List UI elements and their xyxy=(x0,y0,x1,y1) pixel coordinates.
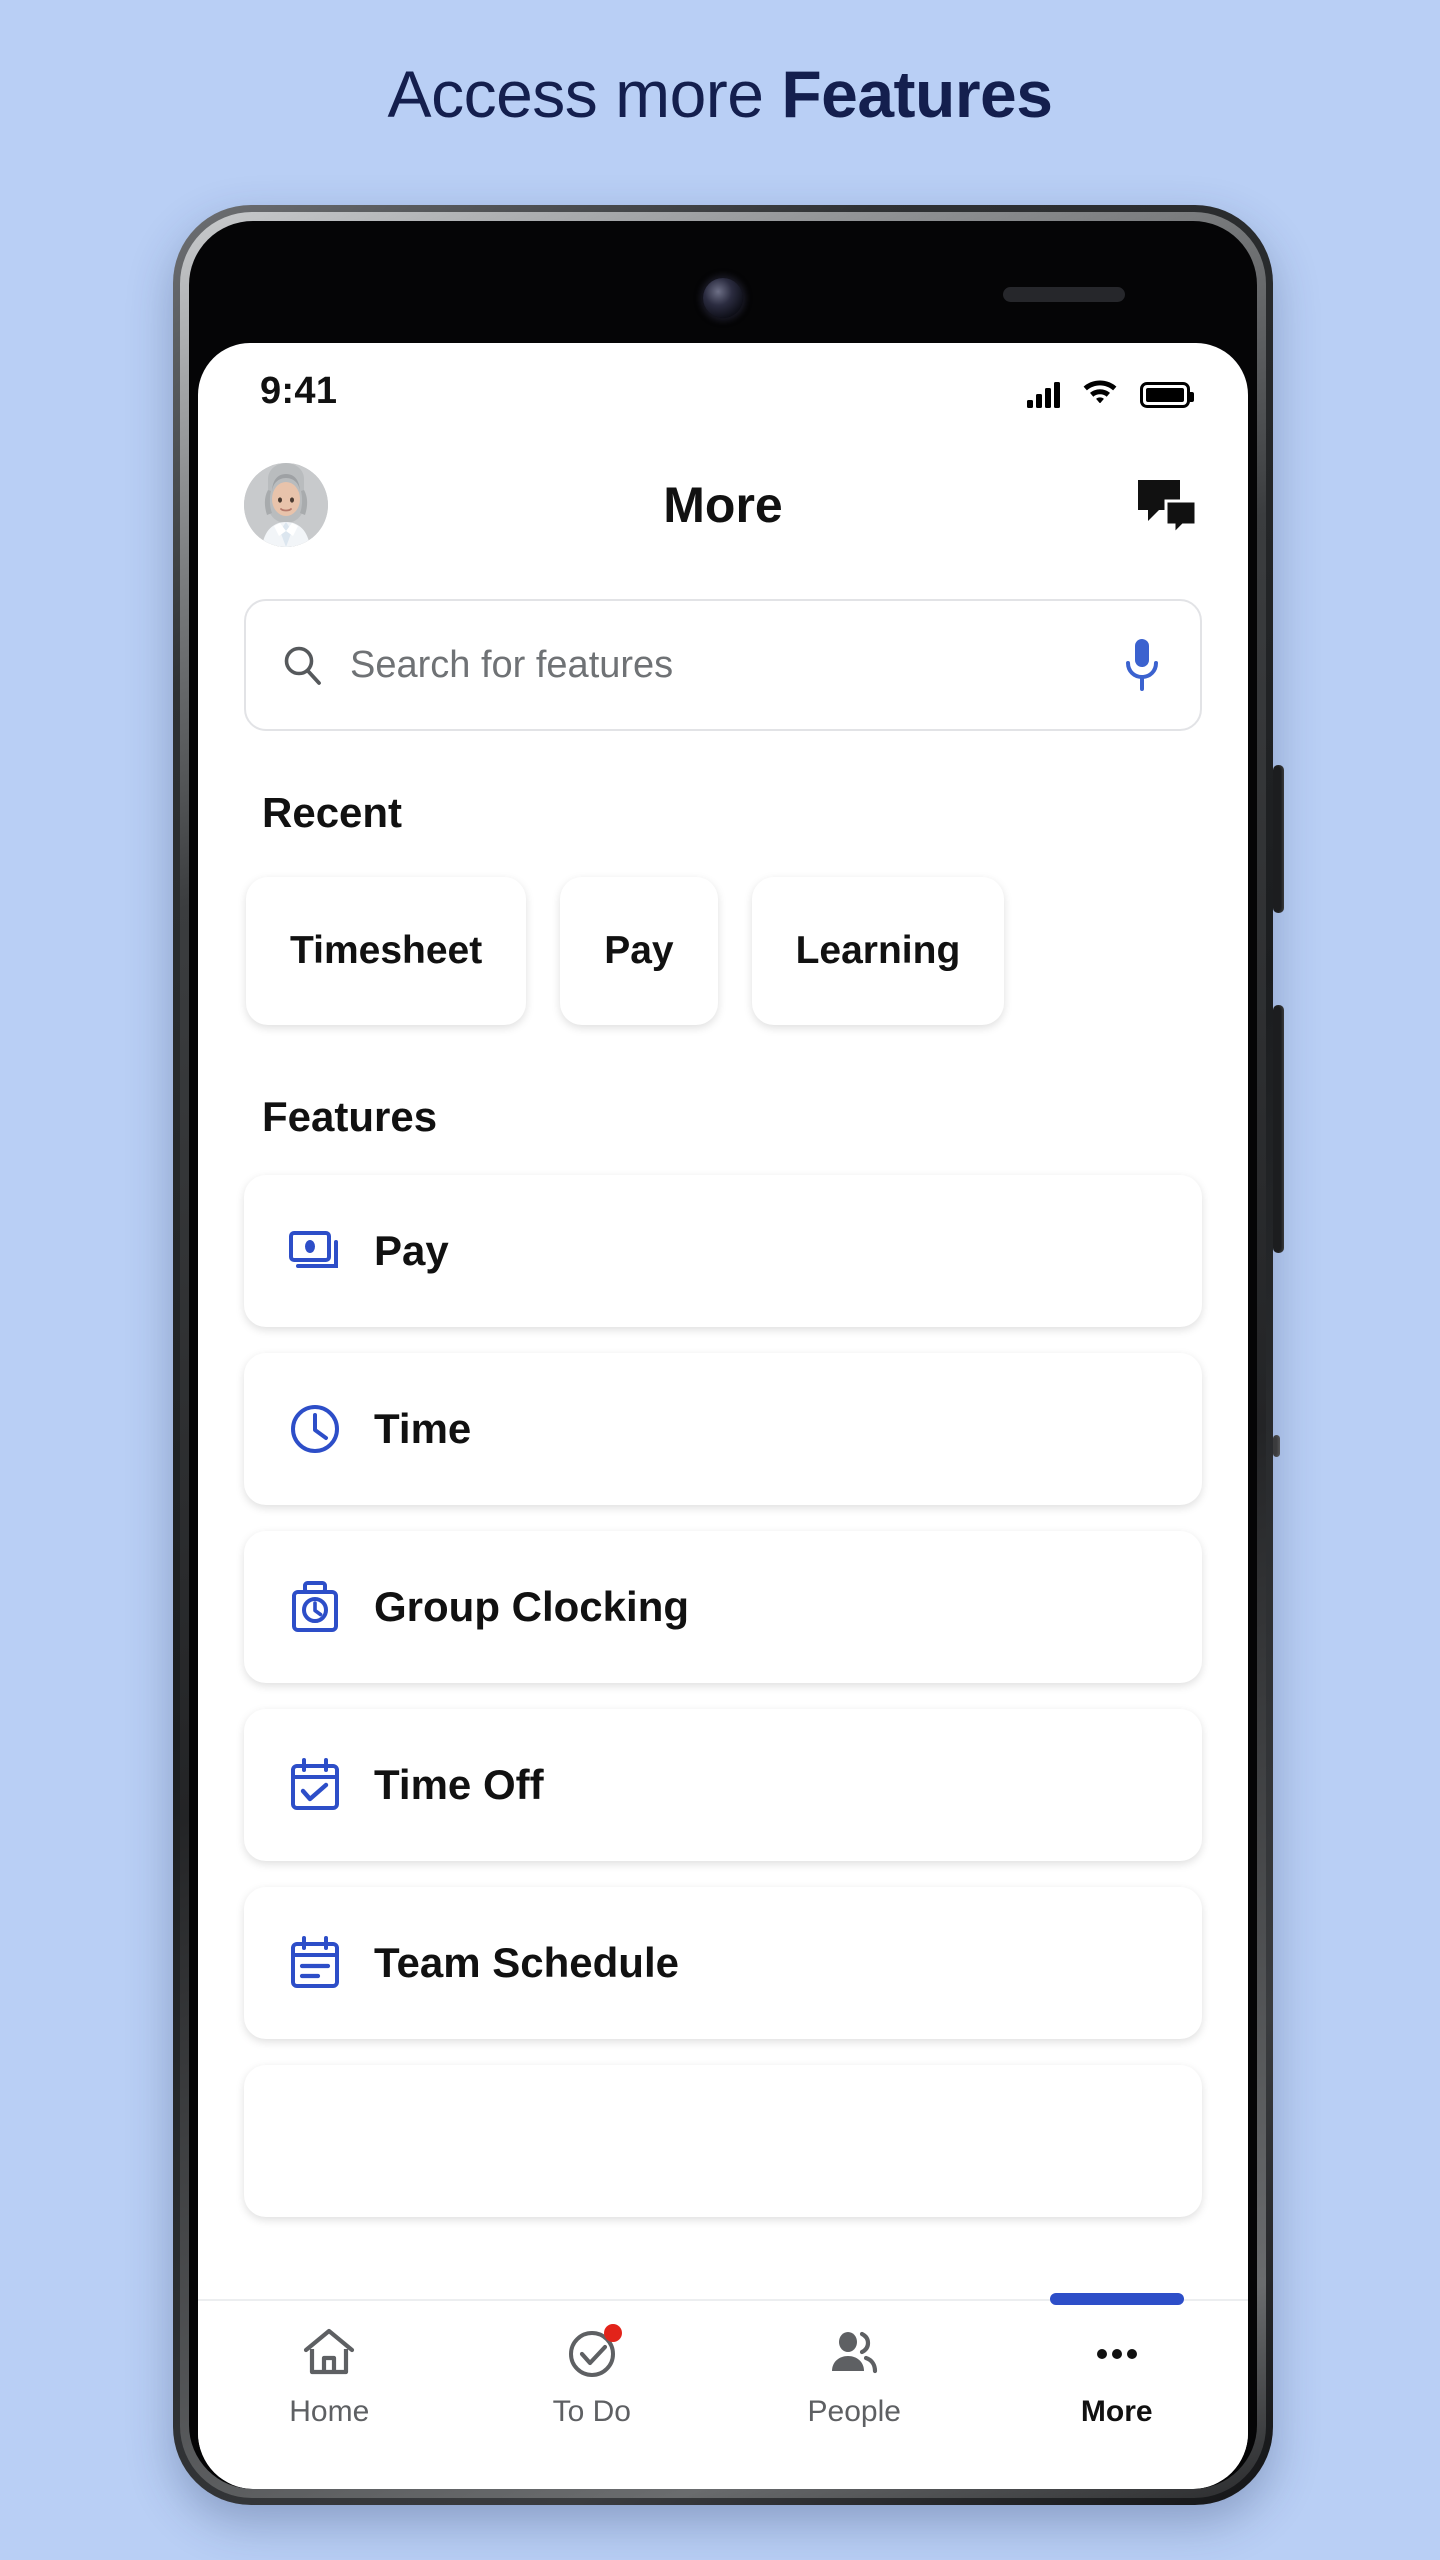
phone-screen: 9:41 More Search for features Recent Tim… xyxy=(189,221,1257,2489)
feature-item-label: Team Schedule xyxy=(374,1939,679,1986)
features-section-title: Features xyxy=(262,1093,438,1140)
calendar-list-icon xyxy=(288,1936,342,1990)
feature-item-partial[interactable] xyxy=(244,2065,1202,2217)
screen-scroll-area[interactable]: Recent Timesheet Pay Learning xyxy=(198,571,1248,2299)
nav-active-indicator xyxy=(1050,2293,1184,2305)
recent-chip-learning[interactable]: Learning xyxy=(751,877,1005,1025)
recent-chip-label: Timesheet xyxy=(290,929,483,972)
avatar[interactable] xyxy=(244,463,328,547)
search-input[interactable] xyxy=(350,643,1096,687)
volume-button[interactable] xyxy=(1273,1005,1284,1253)
wifi-icon xyxy=(1081,375,1119,408)
app-header: More xyxy=(198,439,1248,571)
nav-item-todo[interactable]: To Do xyxy=(461,2324,724,2429)
earpiece-speaker xyxy=(1003,287,1125,302)
nav-item-home[interactable]: Home xyxy=(198,2325,461,2429)
phone-mockup: 9:41 More Search for features Recent Tim… xyxy=(173,205,1284,2505)
feature-item-team-schedule[interactable]: Team Schedule xyxy=(244,1887,1202,2039)
recent-chip-timesheet[interactable]: Timesheet xyxy=(246,877,527,1025)
recent-chips: Timesheet Pay Learning xyxy=(244,871,1202,1035)
feature-item-group-clocking[interactable]: Group Clocking xyxy=(244,1531,1202,1683)
recent-chip-pay[interactable]: Pay xyxy=(560,877,718,1025)
feature-item-label: Group Clocking xyxy=(374,1583,689,1630)
feature-item-label: Time xyxy=(374,1405,472,1452)
promo-page: Access more Features 9:41 More Search fo… xyxy=(0,0,1440,2560)
headline-light-text: Access more xyxy=(387,57,782,131)
recent-chip-label: Learning xyxy=(795,929,961,972)
front-camera-icon xyxy=(703,278,743,318)
feature-item-time-off[interactable]: Time Off xyxy=(244,1709,1202,1861)
search-icon xyxy=(280,643,324,687)
ellipsis-icon xyxy=(1089,2325,1145,2381)
features-list: Pay Time Group Clocking Time Off Team Sc… xyxy=(244,1175,1202,2217)
nav-item-more[interactable]: More xyxy=(986,2325,1249,2429)
battery-full-icon xyxy=(1140,381,1194,408)
recent-chip-label: Pay xyxy=(604,929,674,972)
search-bar[interactable] xyxy=(244,599,1202,731)
time-clock-punch-icon xyxy=(288,1580,342,1634)
money-banknote-icon xyxy=(288,1224,342,1278)
status-time: 9:41 xyxy=(260,369,338,412)
nav-item-label: Home xyxy=(289,2395,370,2428)
nav-item-people[interactable]: People xyxy=(723,2325,986,2429)
appbar-title: More xyxy=(663,477,783,533)
calendar-check-icon xyxy=(288,1758,342,1812)
app-viewport: 9:41 More Search for features Recent Tim… xyxy=(198,343,1248,2489)
phone-bezel: 9:41 More Search for features Recent Tim… xyxy=(180,212,1266,2498)
notification-badge xyxy=(603,2324,622,2342)
check-circle-icon xyxy=(564,2324,622,2381)
power-button[interactable] xyxy=(1273,765,1284,913)
side-button-small[interactable] xyxy=(1273,1435,1280,1457)
feature-item-label: Pay xyxy=(374,1227,449,1274)
feature-item-time[interactable]: Time xyxy=(244,1353,1202,1505)
status-icons xyxy=(1027,375,1194,408)
status-bar: 9:41 xyxy=(198,343,1248,439)
people-icon xyxy=(826,2325,882,2381)
page-title: Access more Features xyxy=(0,52,1440,136)
headline-bold-text: Features xyxy=(781,57,1053,131)
recent-section-title: Recent xyxy=(262,789,403,836)
feature-item-label: Time Off xyxy=(374,1761,544,1808)
home-icon xyxy=(301,2325,357,2381)
nav-item-label: People xyxy=(807,2395,901,2428)
nav-item-label: More xyxy=(1080,2395,1153,2428)
microphone-icon[interactable] xyxy=(1122,637,1162,693)
nav-item-label: To Do xyxy=(552,2395,631,2428)
clock-icon xyxy=(288,1402,342,1456)
feature-item-pay[interactable]: Pay xyxy=(244,1175,1202,1327)
chat-bubbles-icon[interactable] xyxy=(1136,477,1198,533)
signal-bars-icon xyxy=(1027,380,1060,408)
bottom-navigation: Home To Do People More xyxy=(198,2293,1249,2489)
